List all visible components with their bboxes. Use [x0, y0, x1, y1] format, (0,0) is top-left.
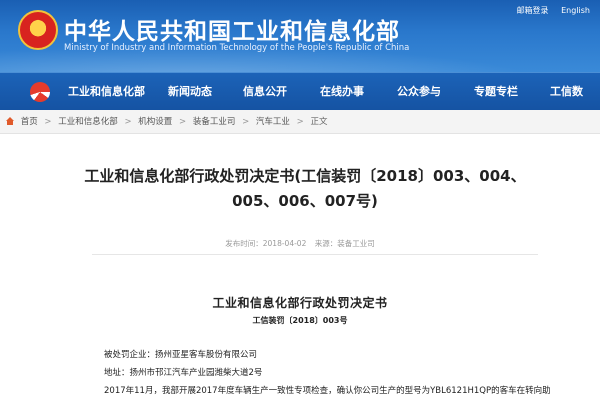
breadcrumb-organization[interactable]: 机构设置	[138, 117, 172, 127]
breadcrumb-equipment-dept[interactable]: 装备工业司	[193, 117, 236, 127]
nav-item-special-topics[interactable]: 专题专栏	[474, 73, 518, 111]
site-header: ★ 中华人民共和国工业和信息化部 Ministry of Industry an…	[0, 0, 600, 72]
nav-item-online-service[interactable]: 在线办事	[320, 73, 364, 111]
breadcrumb-home[interactable]: 首页	[21, 117, 38, 127]
breadcrumb-separator: >	[242, 117, 250, 127]
party-address: 地址：扬州市邗江汽车产业园潍柴大道2号	[104, 368, 263, 378]
article-title-line-1: 工业和信息化部行政处罚决定书(工信装罚〔2018〕003、004、	[84, 167, 526, 185]
article-meta: 发布时间：2018-04-02 来源：装备工业司	[0, 238, 600, 249]
main-nav: 工业和信息化部 新闻动态 信息公开 在线办事 公众参与 专题专栏 工信数	[0, 72, 600, 110]
national-emblem-icon: ★	[18, 10, 58, 50]
article-content: 工业和信息化部行政处罚决定书(工信装罚〔2018〕003、004、 005、00…	[0, 134, 600, 400]
nav-item-public-participation[interactable]: 公众参与	[397, 73, 441, 111]
doc-number: 工信装罚〔2018〕003号	[252, 316, 348, 325]
nav-item-miit[interactable]: 工业和信息化部	[68, 73, 145, 111]
miit-logo-icon[interactable]	[30, 82, 50, 102]
mail-login-link[interactable]: 邮箱登录	[517, 6, 549, 15]
divider	[92, 254, 538, 255]
breadcrumb-current: 正文	[310, 117, 328, 127]
article-title: 工业和信息化部行政处罚决定书(工信装罚〔2018〕003、004、 005、00…	[60, 164, 550, 214]
penalized-party: 被处罚企业：扬州亚星客车股份有限公司	[104, 350, 258, 360]
doc-title: 工业和信息化部行政处罚决定书	[212, 296, 388, 310]
top-links: 邮箱登录 English	[507, 5, 590, 16]
breadcrumb-miit[interactable]: 工业和信息化部	[58, 117, 118, 127]
english-link[interactable]: English	[561, 6, 590, 15]
site-title[interactable]: 中华人民共和国工业和信息化部	[64, 12, 400, 46]
publish-date: 发布时间：2018-04-02	[225, 239, 307, 248]
nav-item-info-public[interactable]: 信息公开	[243, 73, 287, 111]
breadcrumb-auto-industry[interactable]: 汽车工业	[256, 117, 290, 127]
nav-item-miit-data[interactable]: 工信数	[550, 73, 583, 111]
breadcrumb: 首页 > 工业和信息化部 > 机构设置 > 装备工业司 > 汽车工业 > 正文	[0, 110, 600, 134]
site-subtitle: Ministry of Industry and Information Tec…	[64, 43, 410, 53]
breadcrumb-separator: >	[124, 117, 132, 127]
home-icon	[6, 117, 14, 125]
breadcrumb-separator: >	[296, 117, 304, 127]
breadcrumb-separator: >	[44, 117, 52, 127]
body-paragraph: 2017年11月，我部开展2017年度车辆生产一致性专项检查，确认你公司生产的型…	[104, 386, 551, 396]
nav-item-news[interactable]: 新闻动态	[168, 73, 212, 111]
article-title-line-2: 005、006、007号)	[232, 192, 378, 210]
breadcrumb-separator: >	[179, 117, 187, 127]
article-source: 来源：装备工业司	[314, 239, 375, 248]
